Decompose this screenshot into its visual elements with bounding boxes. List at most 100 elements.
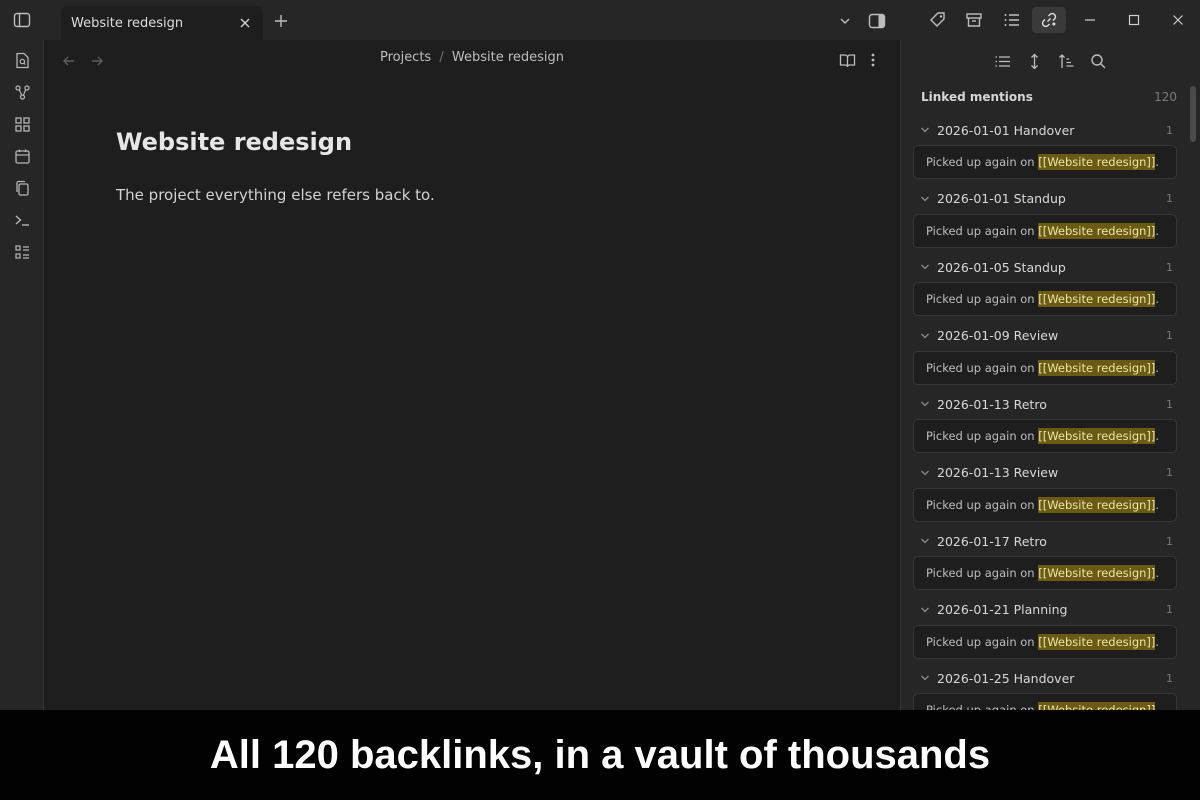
archive-icon[interactable] (962, 8, 986, 32)
title-bar: Website redesign (0, 0, 1200, 40)
chevron-down-icon[interactable] (913, 399, 937, 409)
copy-icon[interactable] (12, 178, 32, 198)
grid-icon[interactable] (12, 114, 32, 134)
snippet-text: Picked up again on (926, 634, 1039, 649)
snippet-link[interactable]: [[Website redesign]] (1038, 359, 1156, 376)
calendar-icon[interactable] (12, 146, 32, 166)
tab-label: Website redesign (71, 15, 184, 31)
tab-website-redesign[interactable]: Website redesign (61, 6, 263, 40)
mention-snippet[interactable]: Picked up again on [[Website redesign]]. (913, 350, 1177, 385)
mention-group-count: 1 (1166, 192, 1173, 205)
mention-snippet[interactable]: Picked up again on [[Website redesign]]. (913, 487, 1177, 522)
tag-icon[interactable] (926, 8, 950, 32)
collapse-results-icon[interactable] (992, 51, 1012, 71)
snippet-link[interactable]: [[Website redesign]] (1038, 222, 1156, 239)
outline-icon[interactable] (1000, 8, 1024, 32)
snippet-link[interactable]: [[Website redesign]] (1038, 428, 1156, 444)
mention-group: 2026-01-25 Handover 1 Picked up again on [… (913, 666, 1177, 710)
backlinks-icon[interactable] (1032, 7, 1066, 33)
chevron-down-icon[interactable] (913, 262, 937, 272)
left-ribbon (0, 40, 44, 710)
sidebar-scrollbar[interactable] (1190, 86, 1196, 142)
sidebar-toggle-icon[interactable] (12, 10, 32, 30)
snippet-link[interactable]: [[Website redesign]] (1038, 496, 1156, 513)
caption-text: All 120 backlinks, in a vault of thousan… (209, 732, 991, 777)
snippet-link[interactable]: [[Website redesign]] (1038, 565, 1156, 581)
snippet-text: Picked up again on (926, 223, 1039, 238)
chevron-down-icon[interactable] (913, 331, 937, 341)
maximize-icon[interactable] (1124, 10, 1144, 30)
graph-icon[interactable] (12, 82, 32, 102)
reading-view-icon[interactable] (837, 50, 857, 70)
snippet-text: Picked up again on (926, 703, 1039, 710)
new-tab-icon[interactable] (272, 12, 290, 30)
snippet-suffix: . (1155, 360, 1160, 375)
breadcrumb-current[interactable]: Website redesign (452, 50, 564, 65)
snippet-suffix: . (1155, 634, 1160, 649)
terminal-icon[interactable] (12, 210, 32, 230)
chevron-down-icon[interactable] (913, 125, 937, 135)
note-body[interactable]: The project everything else refers back … (116, 186, 435, 204)
snippet-link[interactable]: [[Website redesign]] (1038, 633, 1156, 650)
close-window-icon[interactable] (1168, 10, 1188, 30)
chevron-down-icon[interactable] (913, 673, 937, 683)
mention-group-title[interactable]: 2026-01-01 Handover (937, 123, 1166, 138)
right-sidebar-toggle-icon[interactable] (866, 10, 888, 32)
mention-group-title[interactable]: 2026-01-09 Review (937, 328, 1166, 343)
mention-group-header[interactable]: 2026-01-05 Standup 1 (913, 255, 1177, 279)
mention-group-header[interactable]: 2026-01-13 Retro 1 (913, 392, 1177, 416)
mention-group-header[interactable]: 2026-01-17 Retro 1 (913, 529, 1177, 553)
mention-snippet[interactable]: Picked up again on [[Website redesign]]. (913, 419, 1177, 453)
expand-icon[interactable] (1024, 51, 1044, 71)
minimize-icon[interactable] (1080, 10, 1100, 30)
mention-snippet[interactable]: Picked up again on [[Website redesign]]. (913, 556, 1177, 590)
mention-group-header[interactable]: 2026-01-25 Handover 1 (913, 666, 1177, 690)
mention-group-count: 1 (1166, 123, 1173, 137)
mention-group: 2026-01-13 Retro 1 Picked up again on [[We… (913, 392, 1177, 461)
mention-group-count: 1 (1166, 466, 1173, 479)
snippet-suffix: . (1155, 292, 1160, 306)
mention-group-count: 1 (1166, 671, 1173, 685)
file-search-icon[interactable] (12, 50, 32, 70)
mention-snippet[interactable]: Picked up again on [[Website redesign]]. (913, 693, 1177, 710)
mention-snippet[interactable]: Picked up again on [[Website redesign]]. (913, 282, 1177, 316)
mention-group-count: 1 (1166, 329, 1173, 342)
more-options-icon[interactable] (865, 50, 881, 70)
snippet-link[interactable]: [[Website redesign]] (1038, 154, 1156, 170)
mention-snippet[interactable]: Picked up again on [[Website redesign]]. (913, 624, 1177, 659)
mention-group-header[interactable]: 2026-01-13 Review 1 (913, 461, 1177, 485)
mention-group-header[interactable]: 2026-01-21 Planning 1 (913, 598, 1177, 622)
mention-group-title[interactable]: 2026-01-13 Retro (937, 397, 1166, 412)
mention-group-header[interactable]: 2026-01-01 Handover 1 (913, 118, 1177, 142)
note-title[interactable]: Website redesign (116, 128, 352, 156)
mention-group-title[interactable]: 2026-01-01 Standup (937, 191, 1166, 206)
sort-icon[interactable] (1056, 51, 1076, 71)
chevron-down-icon[interactable] (913, 536, 937, 546)
mention-group-header[interactable]: 2026-01-09 Review 1 (913, 324, 1177, 348)
mention-snippet[interactable]: Picked up again on [[Website redesign]]. (913, 145, 1177, 179)
chevron-down-icon[interactable] (913, 194, 937, 204)
mention-group-title[interactable]: 2026-01-21 Planning (937, 602, 1166, 617)
mention-snippet[interactable]: Picked up again on [[Website redesign]]. (913, 213, 1177, 248)
linked-mentions-header[interactable]: Linked mentions 120 (921, 90, 1177, 104)
snippet-link[interactable]: [[Website redesign]] (1038, 702, 1156, 710)
mention-group-title[interactable]: 2026-01-25 Handover (937, 671, 1166, 686)
snippet-suffix: . (1155, 497, 1160, 512)
mention-group-title[interactable]: 2026-01-17 Retro (937, 534, 1166, 549)
close-tab-icon[interactable] (237, 15, 253, 31)
mention-group-title[interactable]: 2026-01-13 Review (937, 465, 1166, 480)
tab-list-chevron-icon[interactable] (836, 12, 854, 30)
mention-group-count: 1 (1166, 534, 1173, 548)
linked-mentions-count: 120 (1154, 90, 1177, 104)
snippet-link[interactable]: [[Website redesign]] (1038, 291, 1156, 307)
breadcrumb-parent[interactable]: Projects (380, 50, 431, 65)
mention-group: 2026-01-09 Review 1 Picked up again on [[W… (913, 324, 1177, 393)
search-icon[interactable] (1088, 51, 1108, 71)
mention-group: 2026-01-21 Planning 1 Picked up again on [… (913, 598, 1177, 667)
chevron-down-icon[interactable] (913, 468, 937, 478)
snippet-suffix: . (1155, 703, 1160, 710)
mention-group-title[interactable]: 2026-01-05 Standup (937, 260, 1166, 275)
chevron-down-icon[interactable] (913, 605, 937, 615)
list-icon[interactable] (12, 242, 32, 262)
mention-group-header[interactable]: 2026-01-01 Standup 1 (913, 187, 1177, 211)
